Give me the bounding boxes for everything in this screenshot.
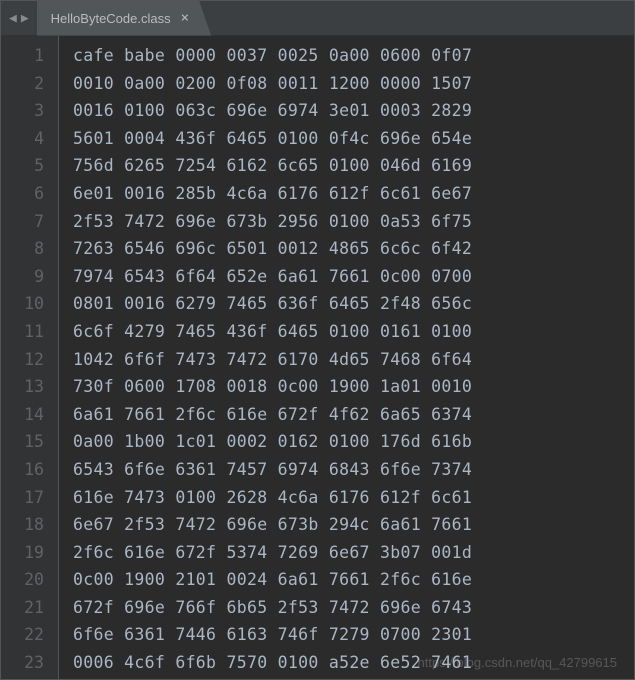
code-line: 6543 6f6e 6361 7457 6974 6843 6f6e 7374 — [73, 456, 634, 484]
code-line: 7974 6543 6f64 652e 6a61 7661 0c00 0700 — [73, 263, 634, 291]
line-number: 2 — [1, 70, 58, 98]
line-number: 9 — [1, 263, 58, 291]
line-number: 6 — [1, 180, 58, 208]
line-number: 23 — [1, 649, 58, 677]
line-number: 21 — [1, 594, 58, 622]
code-line: 6e01 0016 285b 4c6a 6176 612f 6c61 6e67 — [73, 180, 634, 208]
code-line: cafe babe 0000 0037 0025 0a00 0600 0f07 — [73, 42, 634, 70]
line-number: 18 — [1, 511, 58, 539]
line-number-gutter: 1234567891011121314151617181920212223 — [1, 36, 59, 679]
code-line: 2f53 7472 696e 673b 2956 0100 0a53 6f75 — [73, 208, 634, 236]
code-line: 6e67 2f53 7472 696e 673b 294c 6a61 7661 — [73, 511, 634, 539]
line-number: 7 — [1, 208, 58, 236]
line-number: 10 — [1, 290, 58, 318]
code-line: 0010 0a00 0200 0f08 0011 1200 0000 1507 — [73, 70, 634, 98]
code-line: 6f6e 6361 7446 6163 746f 7279 0700 2301 — [73, 621, 634, 649]
nav-forward-icon[interactable]: ▶ — [21, 11, 29, 26]
code-line: 6a61 7661 2f6c 616e 672f 4f62 6a65 6374 — [73, 401, 634, 429]
code-line: 6c6f 4279 7465 436f 6465 0100 0161 0100 — [73, 318, 634, 346]
code-line: 0c00 1900 2101 0024 6a61 7661 2f6c 616e — [73, 566, 634, 594]
code-line: 0006 4c6f 6f6b 7570 0100 a52e 6e52 7461 — [73, 649, 634, 677]
line-number: 13 — [1, 373, 58, 401]
close-icon[interactable]: × — [181, 11, 189, 25]
line-number: 16 — [1, 456, 58, 484]
code-line: 730f 0600 1708 0018 0c00 1900 1a01 0010 — [73, 373, 634, 401]
code-line: 0016 0100 063c 696e 6974 3e01 0003 2829 — [73, 97, 634, 125]
code-line: 0801 0016 6279 7465 636f 6465 2f48 656c — [73, 290, 634, 318]
line-number: 11 — [1, 318, 58, 346]
line-number: 22 — [1, 621, 58, 649]
line-number: 1 — [1, 42, 58, 70]
line-number: 8 — [1, 235, 58, 263]
code-line: 672f 696e 766f 6b65 2f53 7472 696e 6743 — [73, 594, 634, 622]
line-number: 5 — [1, 152, 58, 180]
nav-back-icon[interactable]: ◀ — [9, 11, 17, 26]
code-line: 1042 6f6f 7473 7472 6170 4d65 7468 6f64 — [73, 346, 634, 374]
code-line: 7263 6546 696c 6501 0012 4865 6c6c 6f42 — [73, 235, 634, 263]
line-number: 3 — [1, 97, 58, 125]
code-line: 0a00 1b00 1c01 0002 0162 0100 176d 616b — [73, 428, 634, 456]
code-content[interactable]: cafe babe 0000 0037 0025 0a00 0600 0f070… — [59, 36, 634, 679]
editor: 1234567891011121314151617181920212223 ca… — [1, 36, 634, 679]
nav-arrows: ◀ ▶ — [1, 11, 37, 26]
tab-bar: ◀ ▶ HelloByteCode.class × — [1, 1, 634, 36]
code-line: 2f6c 616e 672f 5374 7269 6e67 3b07 001d — [73, 539, 634, 567]
code-line: 616e 7473 0100 2628 4c6a 6176 612f 6c61 — [73, 484, 634, 512]
line-number: 4 — [1, 125, 58, 153]
line-number: 15 — [1, 428, 58, 456]
line-number: 17 — [1, 484, 58, 512]
tab-label: HelloByteCode.class — [51, 11, 171, 26]
code-line: 5601 0004 436f 6465 0100 0f4c 696e 654e — [73, 125, 634, 153]
line-number: 20 — [1, 566, 58, 594]
tab-hellobytecode[interactable]: HelloByteCode.class × — [37, 1, 211, 36]
line-number: 12 — [1, 346, 58, 374]
line-number: 19 — [1, 539, 58, 567]
code-line: 756d 6265 7254 6162 6c65 0100 046d 6169 — [73, 152, 634, 180]
line-number: 14 — [1, 401, 58, 429]
